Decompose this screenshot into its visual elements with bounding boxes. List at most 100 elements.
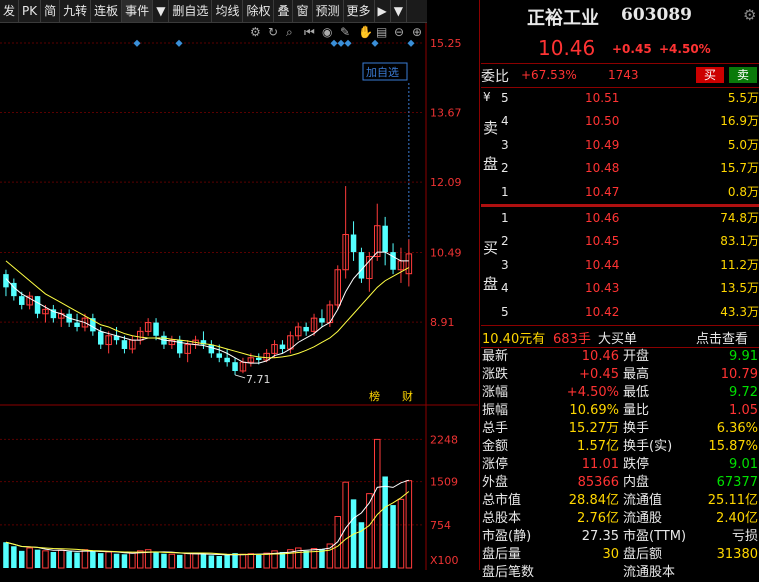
stat-label: 最高 <box>623 367 650 382</box>
volume-bar <box>303 550 309 568</box>
stat-value: 31380 <box>716 547 758 562</box>
rewind-icon[interactable]: ⏮ <box>304 25 315 40</box>
big-order-link[interactable]: 点击查看 <box>696 328 748 347</box>
stat-label: 总股本 <box>482 511 522 526</box>
toolbar-item[interactable]: PK <box>19 0 42 22</box>
candle-body <box>34 296 41 314</box>
settings-icon[interactable]: ⚙ <box>250 25 261 39</box>
volume-bar <box>184 552 191 569</box>
bid-row[interactable]: 1 10.46 74.8万 <box>481 207 759 230</box>
volume-axis-label: X100 <box>430 554 459 567</box>
note-icon[interactable]: ▤ <box>376 25 387 39</box>
toolbar-item[interactable]: 发 <box>0 0 20 22</box>
bid-row[interactable]: 5 10.42 43.3万 <box>481 301 759 324</box>
stat-value: 1.05 <box>729 403 758 418</box>
volume-bar <box>105 551 112 569</box>
volume-bar <box>239 553 247 569</box>
big-order-row[interactable]: 10.40元有 683手 大买单 点击查看 <box>481 326 759 347</box>
kline-chart-area[interactable]: 15.25 13.67 12.09 10.49 8.91 2248 1509 754 X100 7… <box>0 23 478 570</box>
eye-icon[interactable]: ◉ <box>322 25 332 39</box>
volume-bar <box>153 551 159 568</box>
ask-row[interactable]: 5 10.51 5.5万 <box>481 87 759 110</box>
zoom-out-icon[interactable]: ⊖ <box>394 25 404 39</box>
stat-value: 25.11亿 <box>707 493 758 508</box>
toolbar-item[interactable]: 简 <box>41 0 61 22</box>
toolbar-item[interactable]: 预测 <box>313 0 344 22</box>
toolbar-item[interactable]: 叠 <box>274 0 294 22</box>
price-axis-label: 10.49 <box>430 247 462 260</box>
volume-bar <box>390 505 396 568</box>
bid-row[interactable]: 4 10.43 13.5万 <box>481 277 759 300</box>
weibi-label: 委比 <box>481 69 509 85</box>
stock-code: 603089 <box>621 5 692 25</box>
volume-bar <box>129 552 136 569</box>
big-order-qty: 683手 <box>553 332 591 347</box>
stat-label: 涨停 <box>482 457 509 472</box>
toolbar-item[interactable]: 均线 <box>212 0 244 22</box>
weibi-diff: 1743 <box>608 68 639 82</box>
zoom-in-icon[interactable]: ⊕ <box>412 25 422 39</box>
stat-value: 9.72 <box>729 385 758 400</box>
ask-level: 5 <box>501 91 509 105</box>
sell-button[interactable]: 卖 <box>729 67 757 83</box>
bid-price: 10.43 <box>585 281 620 296</box>
bid-level: 1 <box>501 211 509 225</box>
stat-label: 涨幅 <box>482 385 509 400</box>
kline-chart[interactable]: 15.25 13.67 12.09 10.49 8.91 2248 1509 754 X100 7… <box>0 23 478 570</box>
stat-value: 6.36% <box>716 421 758 436</box>
toolbar-item[interactable]: ▼ <box>153 0 170 22</box>
ask-level: 4 <box>501 114 509 129</box>
refresh-icon[interactable]: ↻ <box>268 25 278 39</box>
bid-book: 买 盘 1 10.46 74.8万 2 10.45 83.1万 3 10.44 11.2万 4 10… <box>481 207 759 325</box>
bid-row[interactable]: 3 10.44 11.2万 <box>481 254 759 277</box>
cursor-icon[interactable]: ✎ <box>340 25 350 39</box>
chart-toolbar: 发 PK 简九转 连板 事件 ▼ 删自选 均线 除权叠窗预测 更多 ▶ ▼ <box>0 0 427 23</box>
ask-row[interactable]: 3 10.49 5.0万 <box>481 134 759 157</box>
toolbar-item[interactable]: ▶ <box>375 0 391 22</box>
toolbar-item[interactable]: 除权 <box>243 0 275 22</box>
price-change: +0.45 <box>612 42 652 56</box>
buy-button[interactable]: 买 <box>696 67 724 83</box>
ask-volume: 0.8万 <box>727 184 759 199</box>
ask-row[interactable]: 4 10.50 16.9万 <box>481 110 759 133</box>
hand-icon[interactable]: ✋ <box>358 25 373 39</box>
toolbar-item[interactable]: 事件 <box>122 0 154 22</box>
candle-body <box>98 331 104 345</box>
search-icon[interactable]: ⌕ <box>286 25 293 40</box>
stat-label: 盘后量 <box>482 547 522 562</box>
toolbar-item[interactable]: ▼ <box>391 0 407 22</box>
toolbar-item[interactable]: 更多 <box>344 0 375 22</box>
bid-level: 3 <box>501 257 509 272</box>
toolbar-item[interactable]: 九转 <box>60 0 92 22</box>
volume-axis-label: 754 <box>430 519 451 532</box>
stat-label: 市盈(静) <box>482 529 532 544</box>
volume-bar <box>90 550 96 568</box>
bid-row[interactable]: 2 10.45 83.1万 <box>481 230 759 253</box>
candle-body <box>208 344 215 354</box>
toolbar-item[interactable]: 连板 <box>91 0 123 22</box>
toolbar-item[interactable]: 窗 <box>293 0 313 22</box>
toolbar-item[interactable]: 删自选 <box>169 0 213 22</box>
ask-price: 10.48 <box>585 161 620 176</box>
volume-bar <box>192 553 199 569</box>
stat-label: 总手 <box>482 421 509 436</box>
ask-level: 3 <box>501 137 509 152</box>
volume-bar <box>74 552 80 568</box>
ask-row[interactable]: 2 10.48 15.7万 <box>481 157 759 180</box>
weibi-ratio: +67.53% <box>521 68 577 82</box>
candle-body <box>350 234 357 253</box>
volume-bar <box>224 554 230 568</box>
stat-value: 15.27万 <box>568 421 619 436</box>
bid-volume: 13.5万 <box>720 281 759 296</box>
stat-value: +4.50% <box>566 385 619 400</box>
volume-bar <box>66 551 72 568</box>
ma10-line <box>5 260 410 359</box>
ask-row[interactable]: 1 10.47 0.8万 <box>481 181 759 204</box>
gear-icon[interactable]: ⚙ <box>743 6 756 24</box>
candle-body <box>279 344 286 349</box>
price-axis-label: 15.25 <box>430 37 462 50</box>
bid-level: 5 <box>501 304 509 319</box>
volume-bar <box>81 549 89 569</box>
rank-tag: 榜 <box>369 389 380 403</box>
volume-bar <box>279 551 286 568</box>
